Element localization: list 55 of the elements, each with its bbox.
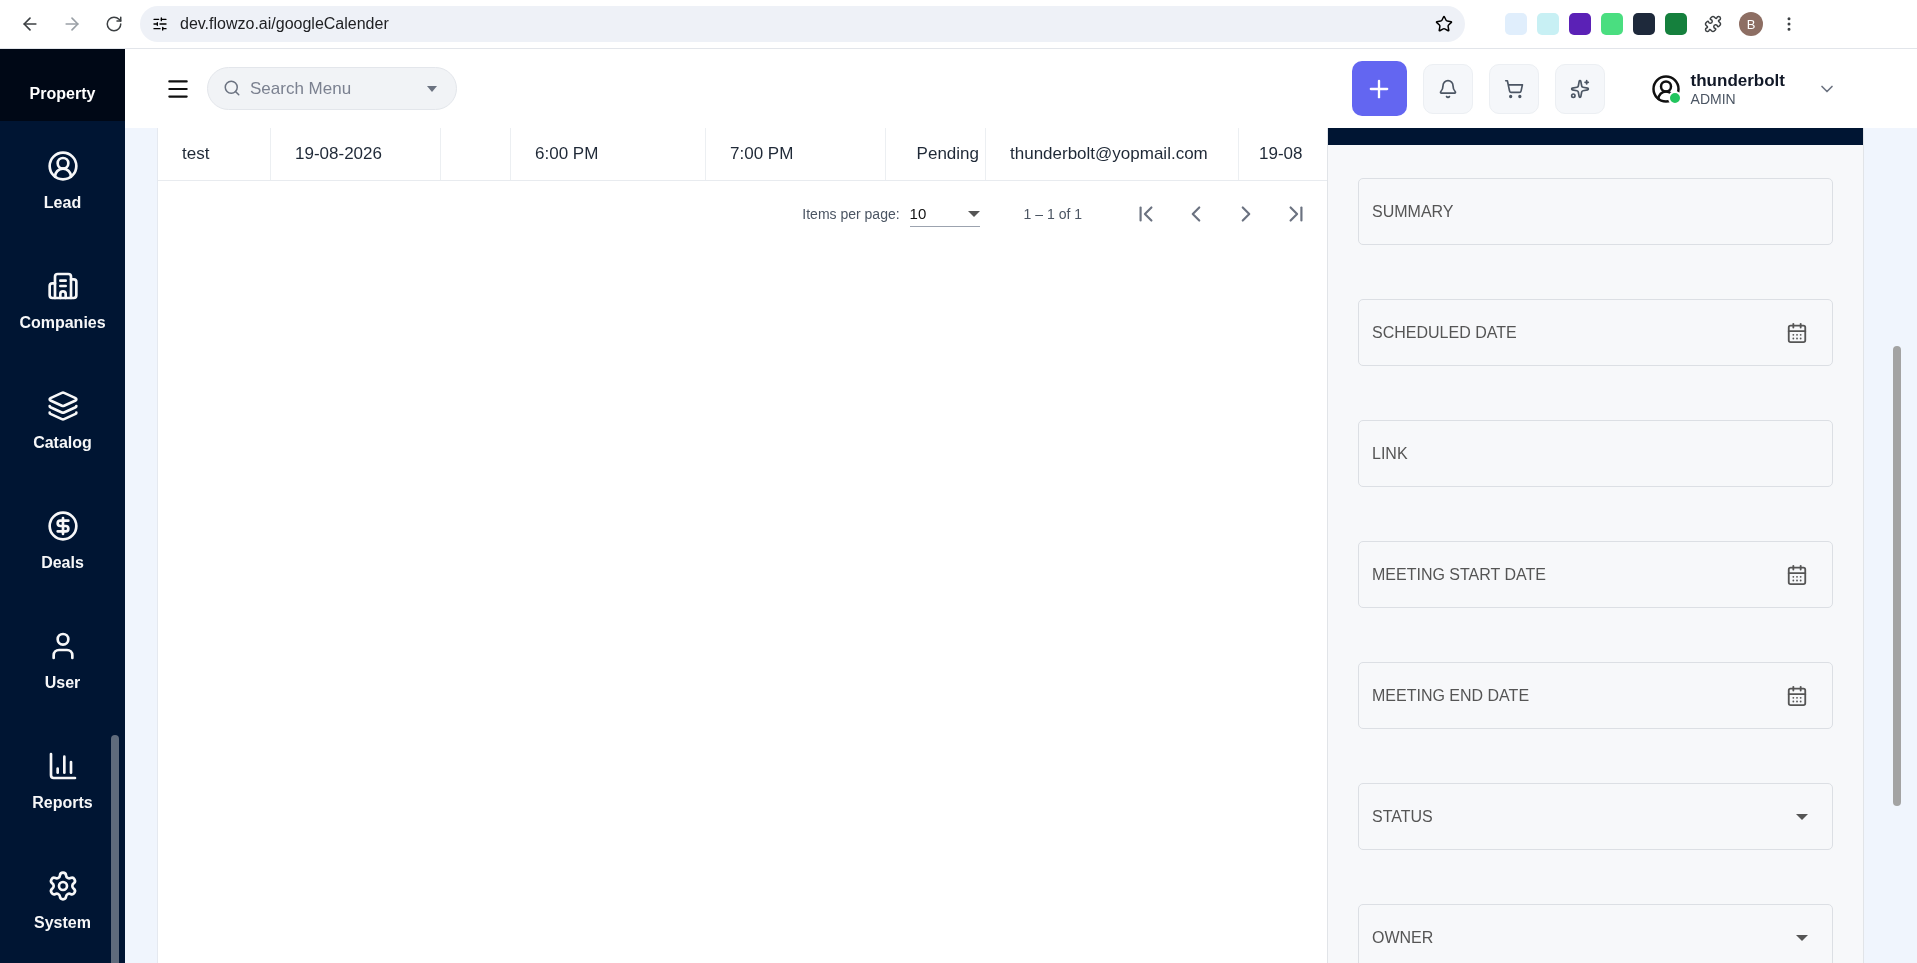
table-cell: 6:00 PM	[511, 128, 706, 180]
sidebar-item[interactable]: User	[0, 601, 125, 721]
sidebar-item[interactable]: Property	[0, 49, 125, 121]
stacked-cards-icon	[46, 390, 79, 422]
page-size-select[interactable]: 10	[909, 201, 980, 227]
cart-button[interactable]	[1488, 63, 1539, 114]
table-cell: thunderbolt@yopmail.com	[986, 128, 1239, 180]
table-cell: Pending	[886, 128, 986, 180]
dollar-icon	[46, 510, 79, 542]
sidebar-item[interactable]: Catalog	[0, 361, 125, 481]
date-field[interactable]: SCHEDULED DATE	[1358, 299, 1833, 366]
table-cell: 19-08-2026	[271, 128, 441, 180]
profile-avatar[interactable]: B	[1739, 12, 1763, 36]
date-field[interactable]: MEETING END DATE	[1358, 662, 1833, 729]
calendar-icon[interactable]	[1786, 563, 1808, 586]
select-field[interactable]: OWNER	[1358, 904, 1833, 963]
search-field[interactable]: Search Menu	[207, 67, 457, 110]
items-per-page-label: Items per page:	[802, 206, 900, 222]
sidebar-item[interactable]: Deals	[0, 481, 125, 601]
extension-icon[interactable]	[1569, 13, 1591, 35]
user-role: ADMIN	[1690, 90, 1737, 107]
user-name: thunderbolt	[1690, 70, 1785, 91]
notifications-button[interactable]	[1422, 63, 1473, 114]
dropdown-caret-icon	[1796, 934, 1808, 941]
dropdown-caret-icon	[967, 210, 980, 217]
sparkle-icon	[1569, 78, 1590, 99]
calendar-icon[interactable]	[1786, 321, 1808, 344]
building-icon	[46, 270, 79, 302]
address-bar[interactable]: dev.flowzo.ai/googleCalender	[140, 6, 1465, 42]
sparkle-button[interactable]	[1554, 63, 1605, 114]
input-field[interactable]: SUMMARY	[1358, 178, 1833, 245]
dropdown-caret-icon[interactable]	[427, 86, 437, 92]
scrollbar[interactable]	[111, 735, 119, 963]
dropdown-caret-icon	[1796, 813, 1808, 820]
input-field[interactable]: LINK	[1358, 420, 1833, 487]
page-range: 1 – 1 of 1	[1023, 206, 1082, 222]
table-cell: test	[158, 128, 271, 180]
site-settings-icon[interactable]	[152, 16, 168, 32]
date-field[interactable]: MEETING START DATE	[1358, 541, 1833, 608]
extension-icon[interactable]	[1633, 13, 1655, 35]
add-button[interactable]	[1351, 61, 1407, 116]
cart-icon	[1503, 78, 1524, 99]
scrollbar[interactable]	[1893, 346, 1901, 806]
sidebar-item[interactable]: System	[0, 841, 125, 961]
sidebar-item[interactable]: Reports	[0, 721, 125, 841]
search-icon	[223, 79, 241, 97]
sidebar-item[interactable]: Companies	[0, 241, 125, 361]
calendar-icon[interactable]	[1786, 684, 1808, 707]
sidebar-item[interactable]: Lead	[0, 121, 125, 241]
person-circle-icon	[46, 150, 79, 182]
bookmark-star-icon[interactable]	[1435, 15, 1453, 33]
select-field[interactable]: STATUS	[1358, 783, 1833, 850]
table-cell: 7:00 PM	[706, 128, 886, 180]
user-avatar[interactable]	[1650, 73, 1681, 104]
bell-icon	[1437, 78, 1458, 99]
